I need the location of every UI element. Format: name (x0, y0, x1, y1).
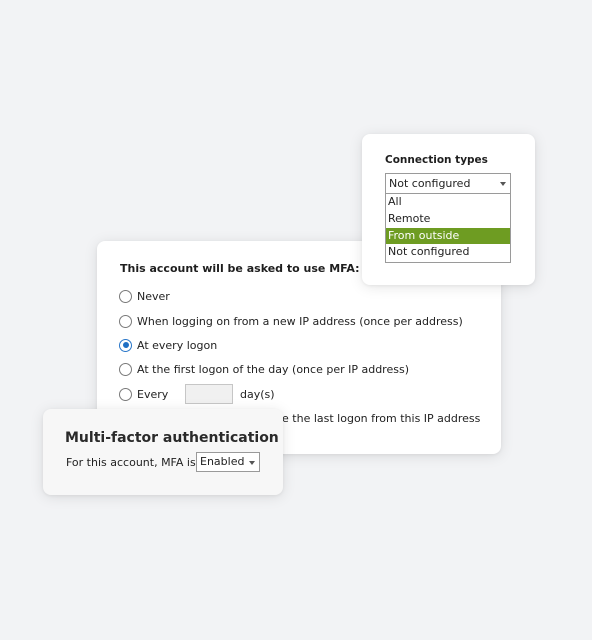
chevron-down-icon[interactable] (249, 461, 255, 465)
radio-option-never[interactable]: Never (119, 288, 170, 304)
radio-option-every-logon[interactable]: At every logon (119, 337, 217, 353)
connection-types-dropdown[interactable]: Not configured (385, 173, 511, 194)
connection-types-heading: Connection types (385, 154, 488, 166)
radio-icon[interactable] (119, 314, 132, 328)
radio-option-new-ip[interactable]: When logging on from a new IP address (o… (119, 313, 463, 329)
mfa-options-heading: This account will be asked to use MFA: (120, 262, 360, 275)
radio-option-every-n-days[interactable]: Every (119, 386, 168, 402)
connection-types-panel: Connection types Not configured All Remo… (362, 134, 535, 285)
dropdown-option-all[interactable]: All (386, 194, 510, 211)
radio-icon[interactable] (119, 362, 132, 376)
radio-label: Never (137, 289, 170, 303)
mfa-summary-panel: Multi-factor authentication For this acc… (43, 409, 283, 495)
days-input[interactable] (185, 384, 233, 404)
chevron-down-icon[interactable] (500, 182, 506, 186)
last-logon-option-label: nce the last logon from this IP address (269, 412, 481, 425)
dropdown-selected-value: Not configured (389, 177, 471, 190)
mfa-status-label: For this account, MFA is (66, 456, 196, 469)
radio-label: Every (137, 387, 169, 401)
dropdown-option-from-outside[interactable]: From outside (386, 227, 510, 245)
dropdown-option-remote[interactable]: Remote (386, 211, 510, 228)
connection-types-options-list: All Remote From outside Not configured (385, 194, 511, 263)
radio-icon[interactable] (119, 387, 132, 401)
radio-selected-icon[interactable] (119, 338, 132, 352)
radio-icon[interactable] (119, 289, 132, 303)
dropdown-option-not-configured[interactable]: Not configured (386, 244, 510, 261)
mfa-status-dropdown[interactable]: Enabled (196, 452, 260, 472)
radio-label: At the first logon of the day (once per … (137, 362, 409, 376)
radio-label: When logging on from a new IP address (o… (137, 314, 463, 328)
days-suffix-label: day(s) (240, 388, 275, 401)
radio-label: At every logon (137, 338, 218, 352)
radio-option-first-logon-of-day[interactable]: At the first logon of the day (once per … (119, 361, 409, 377)
dropdown-selected-value: Enabled (200, 455, 245, 468)
mfa-summary-title: Multi-factor authentication (65, 430, 279, 446)
